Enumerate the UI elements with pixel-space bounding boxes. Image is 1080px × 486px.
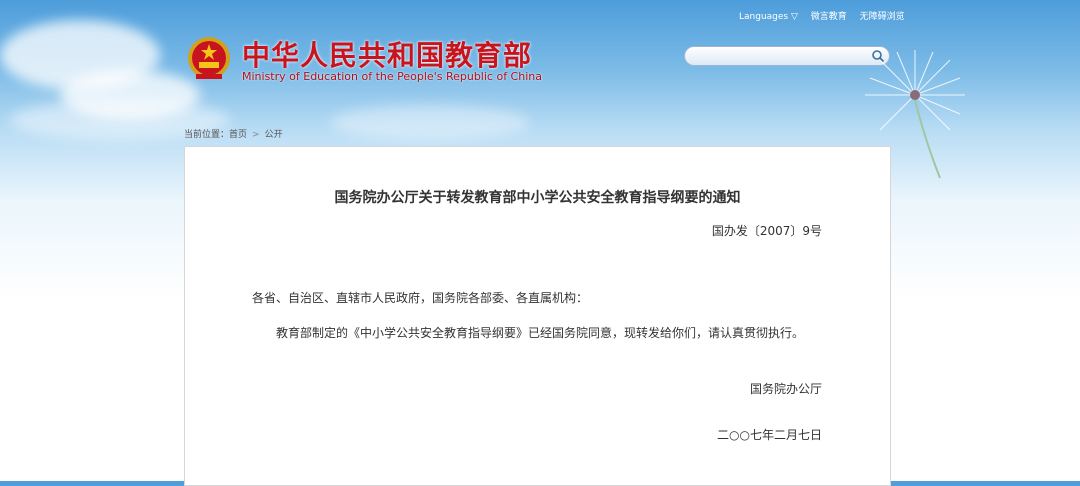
accessible-browsing-link[interactable]: 无障碍浏览 xyxy=(860,12,905,22)
document-body: 教育部制定的《中小学公共安全教育指导纲要》已经国务院同意，现转发给你们，请认真贯… xyxy=(276,326,805,340)
top-links: Languages ▽ 微言教育 无障碍浏览 xyxy=(739,9,915,22)
search-input[interactable] xyxy=(695,49,869,65)
document-title: 国务院办公厅关于转发教育部中小学公共安全教育指导纲要的通知 xyxy=(334,190,741,206)
document-panel: 国务院办公厅关于转发教育部中小学公共安全教育指导纲要的通知 国办发〔2007〕9… xyxy=(184,146,891,486)
breadcrumb: 当前位置：首页 > 公开 xyxy=(184,127,283,140)
breadcrumb-home-link[interactable]: 首页 xyxy=(229,130,247,140)
cloud-decoration xyxy=(330,105,530,140)
site-title[interactable]: 中华人民共和国教育部 xyxy=(242,34,532,74)
national-emblem-icon[interactable] xyxy=(186,34,232,84)
document-signature: 国务院办公厅 xyxy=(749,382,822,396)
breadcrumb-prefix: 当前位置： xyxy=(184,130,230,140)
document-number: 国办发〔2007〕9号 xyxy=(711,224,822,238)
site-header: 中华人民共和国教育部 Ministry of Education of the … xyxy=(0,0,1080,179)
site-subtitle: Ministry of Education of the People's Re… xyxy=(242,70,542,83)
breadcrumb-separator: > xyxy=(252,130,260,140)
document-date: 二○○七年二月七日 xyxy=(717,428,822,442)
document-salutation: 各省、自治区、直辖市人民政府，国务院各部委、各直属机构： xyxy=(252,291,589,305)
weibo-link[interactable]: 微言教育 xyxy=(811,12,847,22)
languages-link[interactable]: Languages ▽ xyxy=(739,12,798,22)
breadcrumb-current[interactable]: 公开 xyxy=(265,130,283,140)
